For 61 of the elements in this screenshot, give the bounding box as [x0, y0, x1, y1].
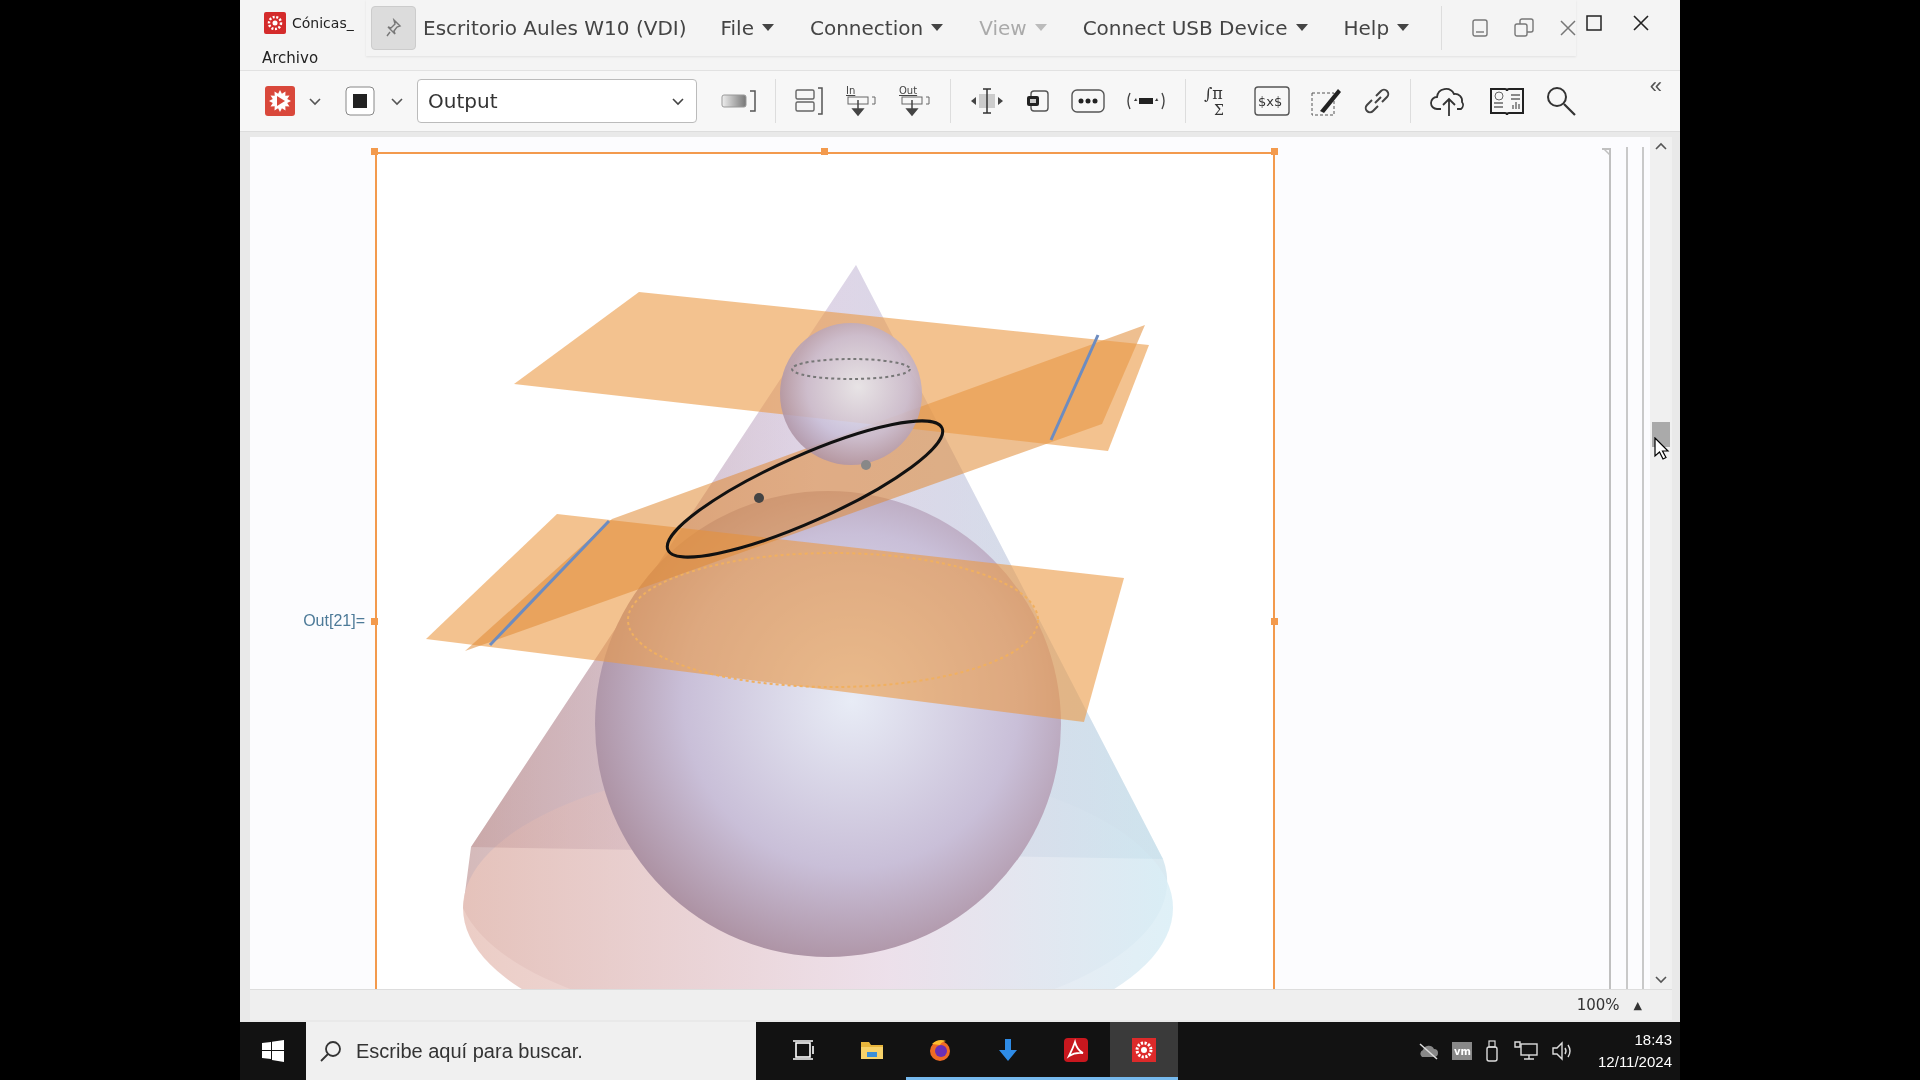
- collapse-button[interactable]: «: [1649, 73, 1662, 99]
- menu-button[interactable]: Connect USB Device: [1078, 12, 1312, 44]
- inline-math-icon[interactable]: $x$: [1254, 86, 1290, 116]
- cell-bracket[interactable]: [1600, 147, 1612, 989]
- zoom-menu-arrow[interactable]: ▲: [1633, 998, 1642, 1012]
- menu-button[interactable]: Connection: [806, 12, 948, 44]
- taskbar-app-button[interactable]: [1110, 1022, 1178, 1080]
- resize-handle[interactable]: [1271, 618, 1278, 625]
- browser-globe-icon: [928, 1037, 952, 1062]
- vertical-scrollbar[interactable]: [1650, 137, 1672, 989]
- resize-handle[interactable]: [1271, 148, 1278, 155]
- pin-icon: [384, 18, 403, 38]
- menu-button[interactable]: File: [716, 12, 778, 44]
- spikey-gear-icon: [1132, 1037, 1156, 1062]
- pdf-icon: [1064, 1037, 1088, 1062]
- caret-icon: [931, 24, 944, 32]
- cell-bracket-icon[interactable]: [721, 89, 757, 113]
- windows-logo-icon: [262, 1040, 284, 1062]
- app-icon: [264, 11, 286, 34]
- resize-handle[interactable]: [821, 148, 828, 155]
- integral-sum-icon[interactable]: ∫π Σ: [1204, 84, 1234, 118]
- mouse-pointer-icon: [1654, 437, 1670, 461]
- caret-icon: [762, 24, 774, 32]
- book-icon[interactable]: [1489, 85, 1525, 117]
- output-label: Out[21]=: [303, 612, 365, 630]
- scroll-up-icon[interactable]: [1655, 142, 1667, 150]
- template-icon[interactable]: [1125, 91, 1167, 111]
- close-icon[interactable]: [1632, 13, 1650, 32]
- cloud-off-icon[interactable]: [1417, 1042, 1440, 1060]
- resize-handle[interactable]: [371, 148, 378, 155]
- resize-icon[interactable]: [969, 87, 1005, 115]
- search-icon[interactable]: [1545, 85, 1577, 117]
- style-dropdown[interactable]: Output: [417, 79, 697, 123]
- stop-icon[interactable]: [345, 86, 375, 116]
- remote-desktop-title: Escritorio Aules W10 (VDI): [423, 16, 687, 40]
- search-field[interactable]: Escribe aquí para buscar.: [306, 1022, 756, 1080]
- caret-icon: [1034, 24, 1047, 32]
- window-title: Cónicas_: [292, 14, 354, 31]
- minimize-icon[interactable]: [1472, 19, 1488, 37]
- clock-date[interactable]: 12/11/2024: [1598, 1051, 1672, 1073]
- search-icon: [320, 1040, 342, 1062]
- restore-icon[interactable]: [1514, 18, 1534, 38]
- vmware-tray-icon[interactable]: vm: [1452, 1042, 1473, 1060]
- frame-icon[interactable]: [1025, 88, 1051, 114]
- ellipsis-icon[interactable]: [1071, 88, 1105, 114]
- caret-icon: [1397, 24, 1410, 32]
- maximize-icon[interactable]: [1586, 14, 1602, 31]
- clock-time[interactable]: 18:43: [1634, 1029, 1672, 1051]
- evaluate-icon[interactable]: [265, 86, 295, 116]
- scroll-down-icon[interactable]: [1655, 976, 1667, 984]
- cell-group-icon[interactable]: [794, 86, 824, 116]
- download-arrow-icon: [996, 1037, 1020, 1062]
- zoom-level[interactable]: 100%: [1576, 996, 1620, 1014]
- resize-handle[interactable]: [371, 618, 378, 625]
- menu-button[interactable]: Help: [1339, 12, 1414, 44]
- network-icon[interactable]: [1514, 1041, 1539, 1061]
- menu-item[interactable]: Archivo: [262, 48, 319, 67]
- pin-button[interactable]: [371, 6, 417, 50]
- caret-icon: [1295, 24, 1308, 32]
- task-view-icon: [792, 1037, 816, 1062]
- link-icon[interactable]: [1362, 86, 1392, 116]
